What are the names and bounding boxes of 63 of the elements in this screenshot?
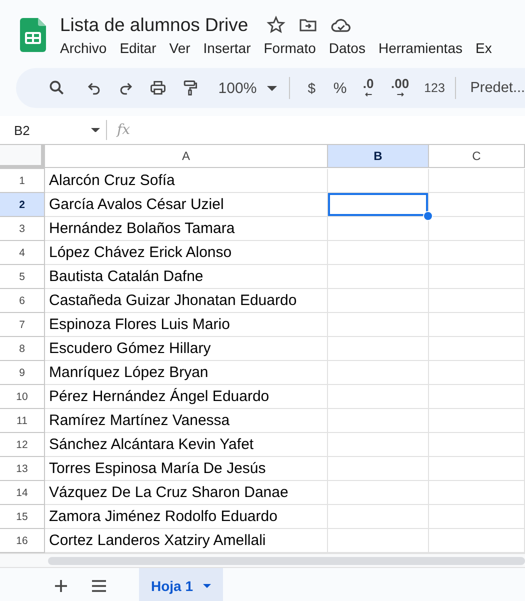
table-cell: Hernández Bolaños Tamara (45, 217, 328, 241)
table-cell: Torres Espinosa María De Jesús (45, 457, 328, 481)
row-header[interactable]: 13 (0, 457, 45, 481)
name-box[interactable]: B2 (0, 122, 106, 138)
row-header[interactable]: 11 (0, 409, 45, 433)
currency-button[interactable]: $ (298, 74, 326, 102)
table-cell: Espinoza Flores Luis Mario (45, 313, 328, 337)
zoom-dropdown[interactable]: 100% (206, 74, 281, 102)
row-header[interactable]: 3 (0, 217, 45, 241)
table-cell: Escudero Gómez Hillary (45, 337, 328, 361)
menu-item[interactable]: Editar (120, 38, 156, 58)
star-icon[interactable] (266, 15, 286, 35)
horizontal-scrollbar[interactable] (48, 556, 525, 564)
menu-item[interactable]: Ver (169, 38, 190, 58)
menu-item[interactable]: Insertar (203, 38, 251, 58)
decrease-decimal-button[interactable]: .0 (354, 74, 382, 102)
table-cell: Bautista Catalán Dafne (45, 265, 328, 289)
table-cell: Castañeda Guizar Jhonatan Eduardo (45, 289, 328, 313)
table-cell: Vázquez De La Cruz Sharon Danae (45, 481, 328, 505)
row-header[interactable]: 2 (0, 193, 45, 217)
table-cell: Manríquez López Bryan (45, 361, 328, 385)
table-cell: Zamora Jiménez Rodolfo Eduardo (45, 505, 328, 529)
document-title[interactable]: Lista de alumnos Drive (60, 14, 248, 36)
search-icon[interactable] (48, 79, 66, 97)
column-header[interactable]: C (429, 145, 525, 168)
column-header[interactable]: A (45, 145, 328, 168)
paint-format-icon[interactable] (181, 79, 200, 97)
menu-item[interactable]: Archivo (60, 38, 107, 58)
menu-item[interactable]: Ex (475, 38, 492, 58)
row-header[interactable]: 1 (0, 169, 45, 193)
font-dropdown[interactable]: Predet... (464, 74, 525, 102)
caret-icon (91, 128, 100, 132)
row-header[interactable]: 10 (0, 385, 45, 409)
number-format-button[interactable]: 123 (418, 74, 452, 102)
table-cell: Sánchez Alcántara Kevin Yafet (45, 433, 328, 457)
print-icon[interactable] (149, 79, 168, 97)
table-cell: Ramírez Martínez Vanessa (45, 409, 328, 433)
row-header[interactable]: 7 (0, 313, 45, 337)
row-header[interactable]: 8 (0, 337, 45, 361)
table-cell: López Chávez Erick Alonso (45, 241, 328, 265)
column-header[interactable]: B (328, 145, 429, 168)
row-header[interactable]: 6 (0, 289, 45, 313)
table-cell: Pérez Hernández Ángel Eduardo (45, 385, 328, 409)
row-header[interactable]: 4 (0, 241, 45, 265)
sheets-logo[interactable] (20, 18, 46, 52)
row-header[interactable]: 14 (0, 481, 45, 505)
increase-decimal-button[interactable]: .00 (382, 74, 418, 102)
menu-item[interactable]: Datos (328, 38, 366, 58)
row-header[interactable]: 5 (0, 265, 45, 289)
row-header[interactable]: 9 (0, 361, 45, 385)
fill-handle[interactable] (423, 211, 433, 221)
row-header[interactable]: 12 (0, 433, 45, 457)
row-header[interactable]: 15 (0, 505, 45, 529)
function-label: fx (117, 122, 130, 138)
caret-icon (266, 86, 277, 90)
menu-item[interactable]: Formato (264, 38, 316, 58)
table-cell: Alarcón Cruz Sofía (45, 169, 328, 193)
caret-icon (203, 584, 212, 588)
table-cell: García Avalos César Uziel (45, 193, 328, 217)
menu-item[interactable]: Herramientas (378, 38, 462, 58)
percent-button[interactable]: % (326, 74, 354, 102)
row-header[interactable]: 16 (0, 529, 45, 553)
sheet-tab[interactable]: Hoja 1 (139, 568, 224, 601)
